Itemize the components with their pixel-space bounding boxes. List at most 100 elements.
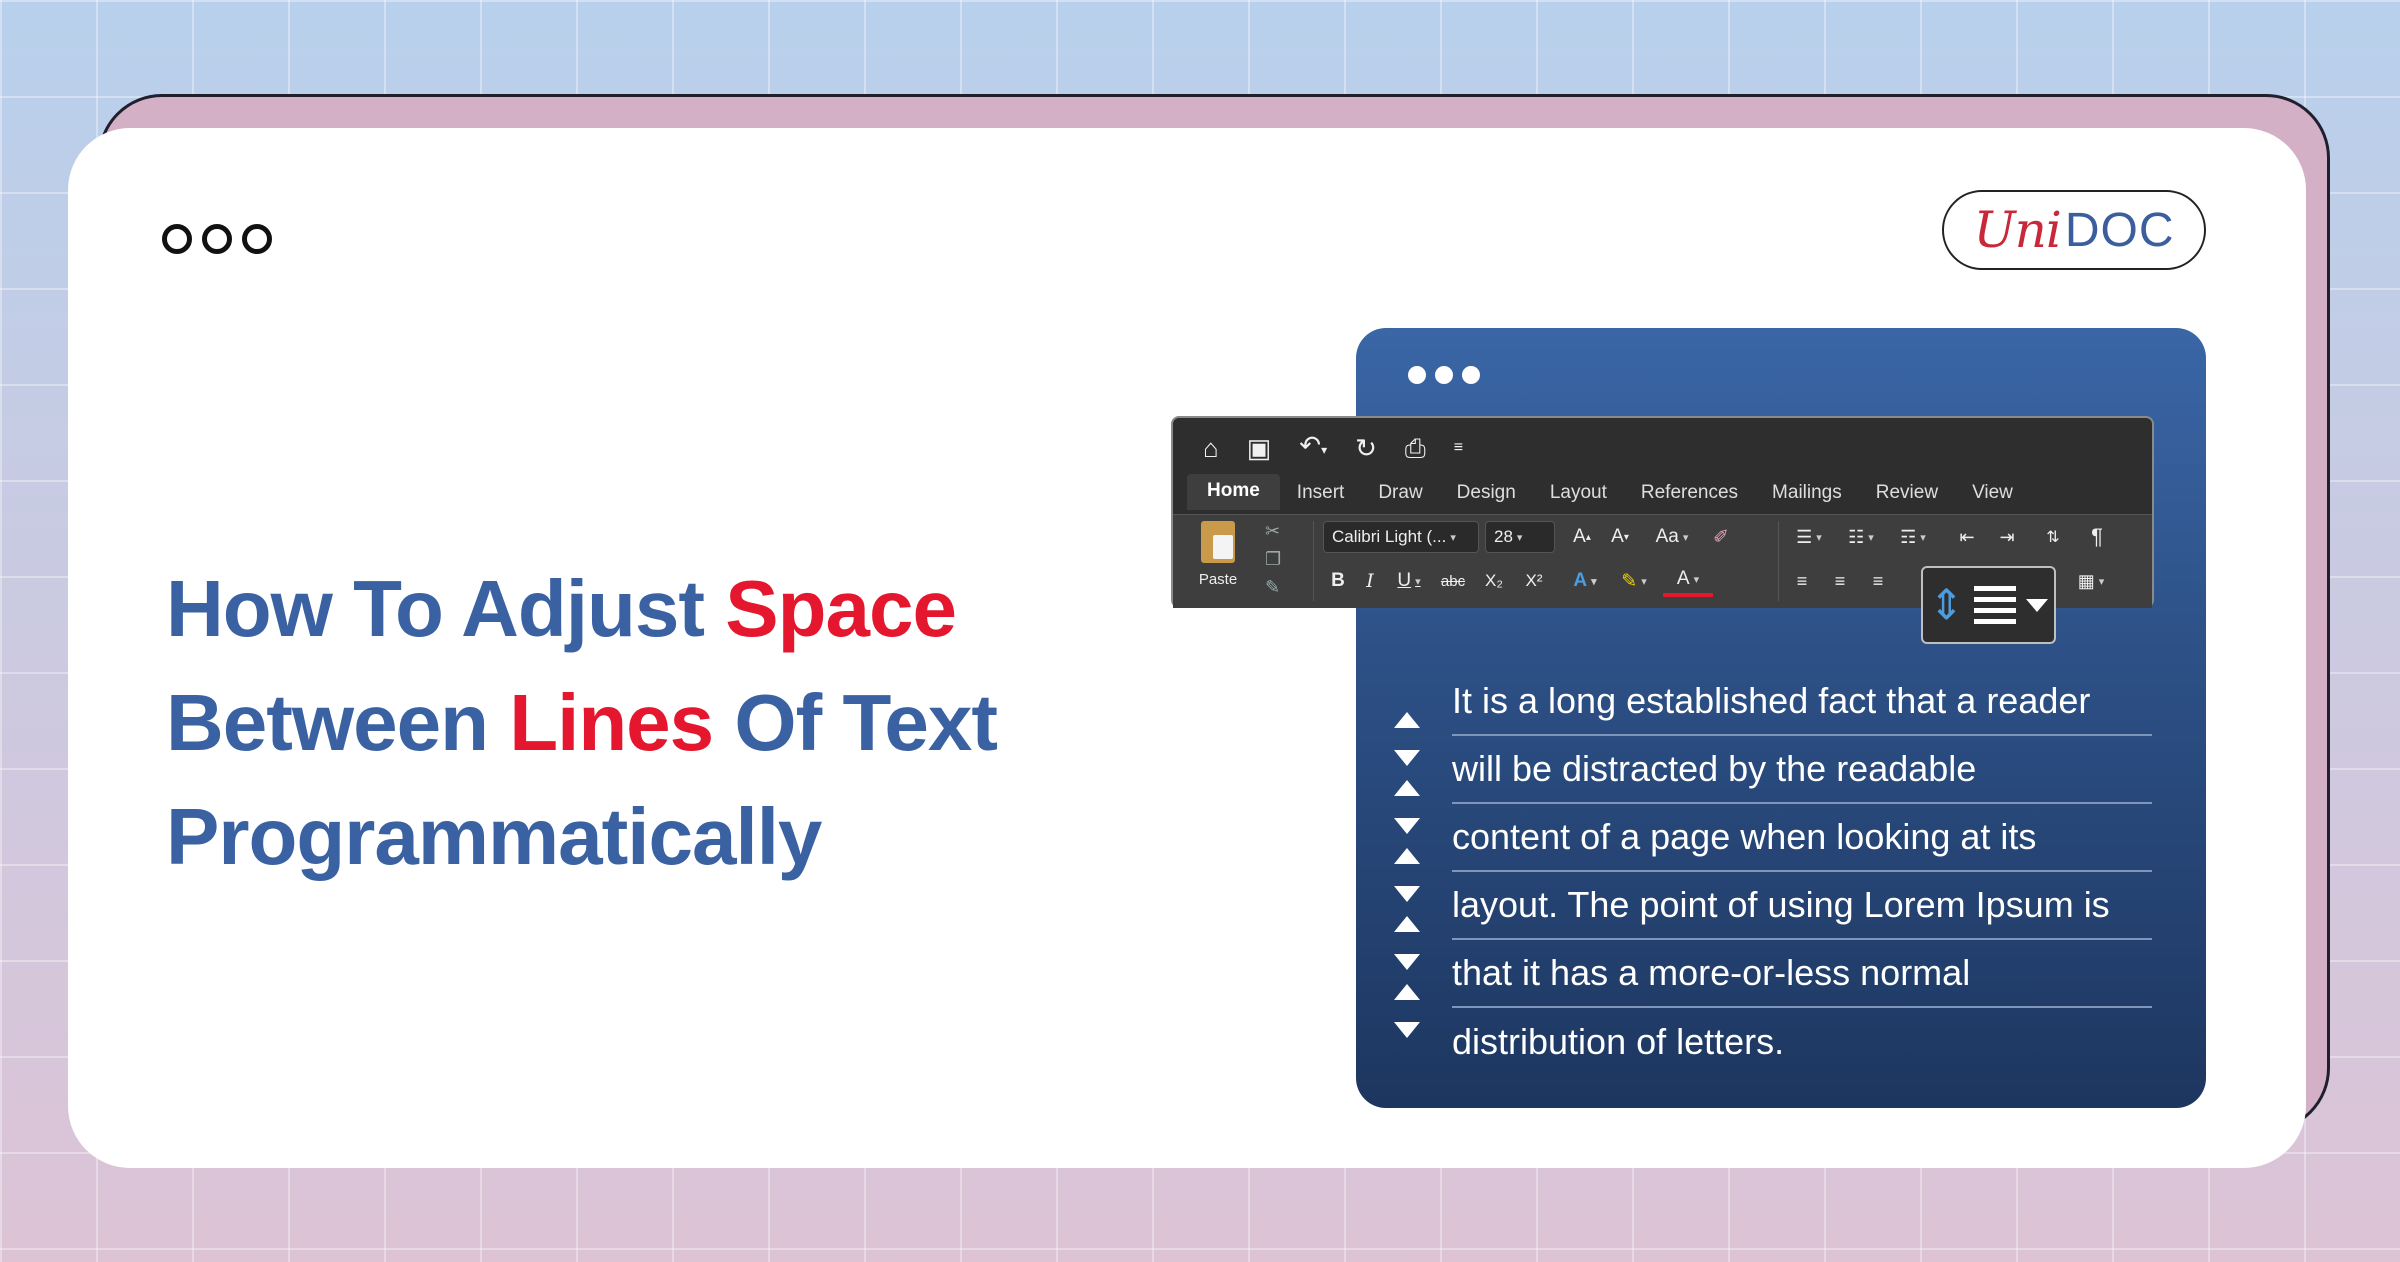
logo-doc-text: DOC xyxy=(2064,203,2175,257)
spacing-arrows-icon xyxy=(1394,780,1422,834)
paste-button[interactable]: Paste xyxy=(1187,521,1249,588)
chevron-down-icon: ▾ xyxy=(1641,575,1647,588)
paragraph-line: that it has a more-or-less normal xyxy=(1452,940,2152,1008)
align-left-icon[interactable]: ≡ xyxy=(1785,565,1819,597)
ribbon-tabs: Home Insert Draw Design Layout Reference… xyxy=(1187,474,2030,510)
paragraph-line: content of a page when looking at its xyxy=(1452,804,2152,872)
format-painter-icon[interactable]: ✎ xyxy=(1265,577,1281,597)
paragraph-line: distribution of letters. xyxy=(1452,1021,1785,1062)
numbering-button[interactable]: ☷ ▾ xyxy=(1837,521,1885,553)
increase-indent-icon[interactable]: ⇥ xyxy=(1989,521,2025,553)
multilevel-list-button[interactable]: ☶ ▾ xyxy=(1889,521,1937,553)
tab-insert[interactable]: Insert xyxy=(1280,476,1362,510)
ribbon-separator xyxy=(1778,521,1779,601)
align-center-icon[interactable]: ≡ xyxy=(1823,565,1857,597)
change-case-button[interactable]: Aa ▾ xyxy=(1647,521,1697,553)
chevron-down-icon: ▾ xyxy=(1693,573,1700,586)
font-color-button[interactable]: A ▾ xyxy=(1663,565,1713,597)
change-case-icon: Aa xyxy=(1655,526,1679,547)
shrink-font-button[interactable]: A ▾ xyxy=(1603,521,1637,553)
line-spacing-button[interactable]: ⇕ xyxy=(1921,566,2056,644)
font-size-value: 28 xyxy=(1494,527,1513,546)
redo-icon[interactable]: ↻ xyxy=(1355,433,1377,463)
unidoc-logo: Uni DOC xyxy=(1942,190,2206,270)
italic-button[interactable]: I xyxy=(1357,565,1383,597)
bullets-button[interactable]: ☰ ▾ xyxy=(1785,521,1833,553)
spacing-arrows-icon xyxy=(1394,984,1422,1038)
chevron-down-icon: ▾ xyxy=(1591,575,1597,588)
tab-home[interactable]: Home xyxy=(1187,474,1280,510)
grow-font-button[interactable]: A ▴ xyxy=(1565,521,1599,553)
logo-uni-text: Uni xyxy=(1973,201,2061,259)
paste-label: Paste xyxy=(1198,571,1238,588)
tab-draw[interactable]: Draw xyxy=(1361,476,1439,510)
chevron-down-icon: ▾ xyxy=(1516,531,1523,544)
strikethrough-button[interactable]: abc xyxy=(1435,565,1471,597)
spacing-arrows-icon xyxy=(1394,848,1422,902)
highlight-button[interactable]: ✎ ▾ xyxy=(1609,565,1659,597)
clipboard-icon xyxy=(1201,521,1235,563)
chevron-down-icon: ▾ xyxy=(1415,575,1421,588)
chevron-down-icon: ▾ xyxy=(1682,531,1689,544)
tab-review[interactable]: Review xyxy=(1859,476,1955,510)
window-dots xyxy=(162,224,272,254)
decrease-indent-icon[interactable]: ⇤ xyxy=(1949,521,1985,553)
spacing-arrows-icon xyxy=(1394,712,1422,766)
headline-highlight: Lines xyxy=(509,678,714,767)
tab-design[interactable]: Design xyxy=(1440,476,1533,510)
chevron-down-icon: ▾ xyxy=(1868,531,1874,544)
borders-button[interactable]: ▦ ▾ xyxy=(2067,565,2115,597)
bold-button[interactable]: B xyxy=(1325,565,1351,597)
shrink-font-icon: A xyxy=(1611,526,1624,547)
cut-icon[interactable]: ✂ xyxy=(1265,521,1281,541)
pilcrow-button[interactable]: ¶ xyxy=(2079,521,2115,553)
copy-icon[interactable]: ❐ xyxy=(1265,549,1281,569)
tab-mailings[interactable]: Mailings xyxy=(1755,476,1859,510)
paragraph-line: layout. The point of using Lorem Ipsum i… xyxy=(1452,872,2152,940)
sort-icon[interactable]: ⇅ xyxy=(2035,521,2071,553)
window-dot-icon xyxy=(162,224,192,254)
headline-text: Of Text xyxy=(713,678,998,767)
save-icon[interactable]: ▣ xyxy=(1247,433,1272,463)
line-spacing-arrows-icon: ⇕ xyxy=(1928,580,1965,629)
underline-button[interactable]: U ▾ xyxy=(1389,565,1429,597)
window-dot-icon xyxy=(242,224,272,254)
tab-view[interactable]: View xyxy=(1955,476,2030,510)
panel-dot-icon xyxy=(1435,366,1453,384)
undo-icon[interactable]: ↶▾ xyxy=(1299,430,1327,465)
font-size-select[interactable]: 28 ▾ xyxy=(1485,521,1555,553)
tab-layout[interactable]: Layout xyxy=(1533,476,1624,510)
headline: How To Adjust Space Between Lines Of Tex… xyxy=(166,552,1066,894)
headline-line-1: How To Adjust Space xyxy=(166,552,1066,666)
text-effects-button[interactable]: A ▾ xyxy=(1565,565,1605,597)
chevron-down-icon: ▾ xyxy=(2098,575,2105,588)
chevron-down-icon xyxy=(2026,598,2049,612)
tab-references[interactable]: References xyxy=(1624,476,1755,510)
clipboard-tools: ✂ ❐ ✎ xyxy=(1265,521,1281,597)
font-name-select[interactable]: Calibri Light (... ▾ xyxy=(1323,521,1479,553)
superscript-button[interactable]: X² xyxy=(1517,565,1551,597)
line-spacing-lines-icon xyxy=(1974,586,2017,624)
print-icon[interactable]: ⎙ xyxy=(1405,433,1426,463)
chevron-down-icon: ▾ xyxy=(1450,531,1456,544)
paragraph-line: It is a long established fact that a rea… xyxy=(1452,668,2152,736)
grow-font-icon: A xyxy=(1573,526,1586,547)
quick-access-toolbar: ⌂ ▣ ↶▾ ↻ ⎙ ≡ xyxy=(1203,430,1463,465)
font-name-value: Calibri Light (... xyxy=(1332,527,1447,546)
home-icon[interactable]: ⌂ xyxy=(1203,433,1219,463)
window-dot-icon xyxy=(202,224,232,254)
chevron-down-icon: ▾ xyxy=(1920,531,1926,544)
subscript-button[interactable]: X₂ xyxy=(1477,565,1511,597)
align-right-icon[interactable]: ≡ xyxy=(1861,565,1895,597)
headline-highlight: Space xyxy=(725,564,957,653)
clear-formatting-icon[interactable]: ✐ xyxy=(1703,521,1739,553)
headline-text: Between xyxy=(166,678,510,767)
spacing-arrows-icon xyxy=(1394,916,1422,970)
panel-dot-icon xyxy=(1462,366,1480,384)
headline-text: How To Adjust xyxy=(166,564,726,653)
font-color-icon: A xyxy=(1676,568,1690,589)
sample-paragraph: It is a long established fact that a rea… xyxy=(1452,668,2152,1076)
headline-line-2: Between Lines Of Text xyxy=(166,666,1066,780)
panel-dot-icon xyxy=(1408,366,1426,384)
customize-icon[interactable]: ≡ xyxy=(1454,433,1463,463)
